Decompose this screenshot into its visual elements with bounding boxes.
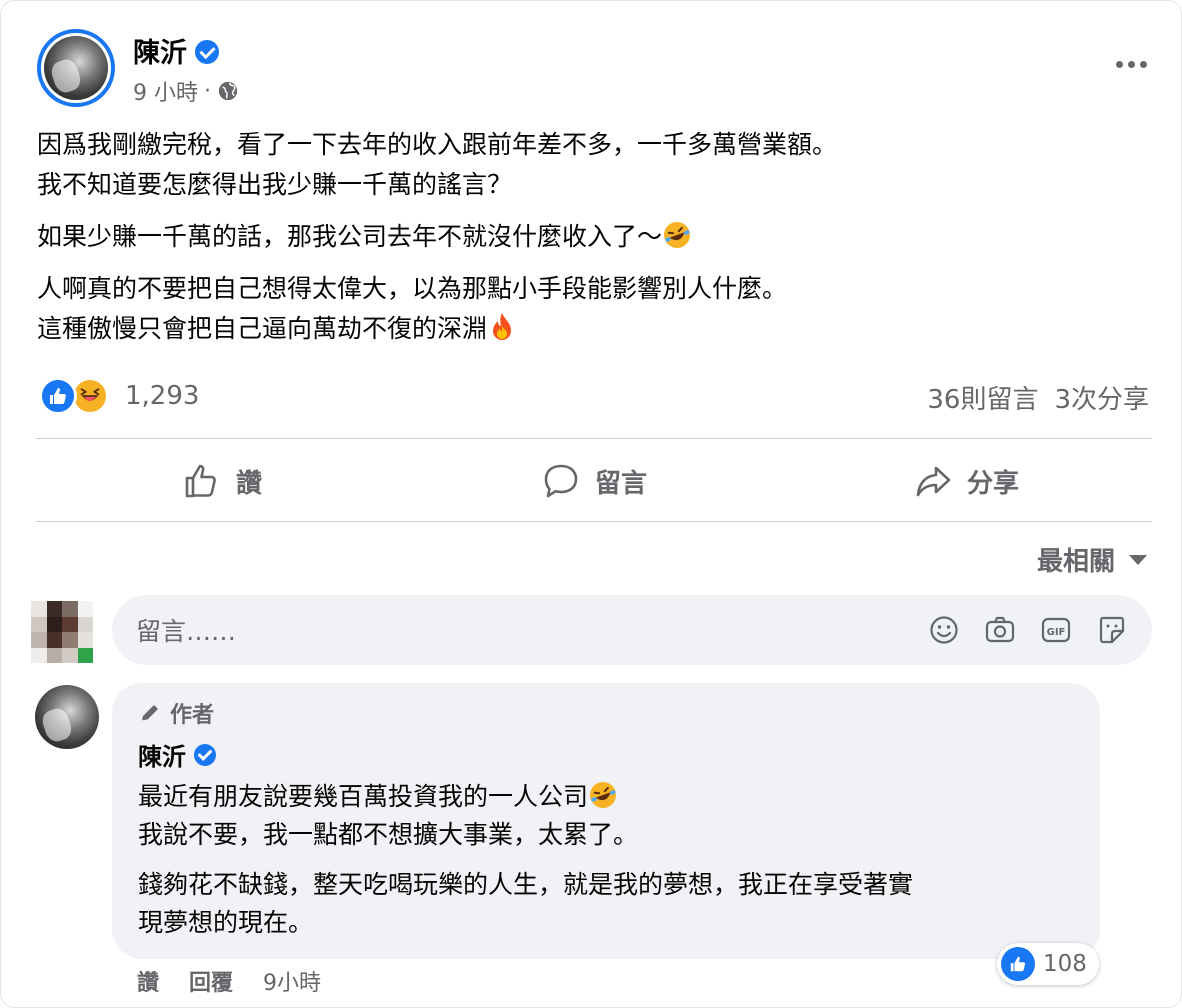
share-label: 分享 — [966, 468, 1019, 499]
comment-button[interactable]: 留言 — [408, 441, 780, 521]
post-paragraph-3: 人啊真的不要把自己想得太偉大，以為那點小手段能影響別人什麼。 這種傲慢只會把自己… — [37, 269, 1147, 349]
comment-likes-count: 108 — [1043, 951, 1087, 977]
author-name[interactable]: 陳沂 — [133, 38, 187, 69]
more-dot-icon — [1127, 60, 1135, 68]
divider — [36, 438, 1152, 439]
rofl-emoji-icon — [590, 782, 617, 808]
svg-text:GIF: GIF — [1047, 627, 1066, 638]
camera-icon[interactable] — [984, 614, 1016, 646]
globe-icon — [218, 81, 238, 101]
comment-actions: 讚 回覆 9小時 — [137, 965, 321, 997]
comments-count-link[interactable]: 36則留言 — [927, 379, 1038, 416]
comment-icon — [544, 464, 578, 498]
post-action-bar: 讚 留言 分享 — [36, 441, 1152, 521]
post-line: 如果少賺一千萬的話，那我公司去年不就沒什麼收入了～ — [37, 222, 663, 251]
comment-input[interactable]: 留言…… GIF — [112, 595, 1152, 665]
comment-line: 現夢想的現在。 — [138, 908, 314, 937]
comment-line: 我說不要，我一點都不想擴大事業，太累了。 — [138, 820, 639, 849]
post-stats: 36則留言 3次分享 — [927, 379, 1149, 416]
comment-line: 錢夠花不缺錢，整天吃喝玩樂的人生，就是我的夢想，我正在享受著實 — [138, 870, 914, 899]
rofl-emoji-icon — [664, 222, 691, 248]
comment-text: 最近有朋友說要幾百萬投資我的一人公司 我說不要，我一點都不想擴大事業，太累了。 … — [138, 778, 1074, 942]
comment-reactions-badge[interactable]: 108 — [997, 943, 1099, 985]
like-reaction-icon — [39, 377, 77, 415]
comment-tools: GIF — [928, 614, 1128, 646]
comment-line: 最近有朋友說要幾百萬投資我的一人公司 — [138, 782, 589, 811]
reactions-count[interactable]: 1,293 — [125, 381, 199, 411]
comment-time[interactable]: 9小時 — [263, 965, 321, 997]
author-avatar[interactable] — [37, 29, 115, 107]
comment-paragraph-2: 錢夠花不缺錢，整天吃喝玩樂的人生，就是我的夢想，我正在享受著實 現夢想的現在。 — [138, 866, 1074, 942]
sort-label: 最相關 — [1036, 547, 1115, 577]
post-paragraph-2: 如果少賺一千萬的話，那我公司去年不就沒什麼收入了～ — [37, 217, 1147, 257]
more-dot-icon — [1139, 60, 1147, 68]
post-paragraph-1: 因爲我剛繳完稅，看了一下去年的收入跟前年差不多，一千多萬營業額。 我不知道要怎麼… — [37, 125, 1147, 205]
author-badge: 作者 — [138, 697, 1074, 729]
post-time[interactable]: 9 小時 — [133, 75, 198, 107]
shares-count-link[interactable]: 3次分享 — [1054, 379, 1149, 416]
caret-down-icon — [1129, 554, 1147, 565]
post-line: 我不知道要怎麼得出我少賺一千萬的謠言？ — [37, 170, 513, 199]
pencil-icon — [141, 705, 158, 722]
comment-author-name[interactable]: 陳沂 — [138, 737, 186, 772]
post-line: 這種傲慢只會把自己逼向萬劫不復的深淵 — [37, 314, 488, 343]
sticker-icon[interactable] — [1096, 614, 1128, 646]
comment-input-placeholder: 留言…… — [136, 617, 237, 646]
comment-paragraph-1: 最近有朋友說要幾百萬投資我的一人公司 我說不要，我一點都不想擴大事業，太累了。 — [138, 778, 1074, 854]
commenter-avatar[interactable] — [35, 685, 99, 749]
comment-like-button[interactable]: 讚 — [137, 965, 159, 997]
post-line: 人啊真的不要把自己想得太偉大，以為那點小手段能影響別人什麼。 — [37, 274, 788, 303]
more-dot-icon — [1115, 60, 1123, 68]
share-icon — [916, 466, 951, 497]
divider — [36, 521, 1152, 522]
fire-emoji-icon — [493, 313, 512, 340]
comment-bubble: 作者 陳沂 最近有朋友說要幾百萬投資我的一人公司 我說不要，我一點都不想擴大事業… — [112, 683, 1100, 959]
like-button[interactable]: 讚 — [36, 441, 408, 521]
like-label: 讚 — [235, 468, 262, 499]
reactions-summary[interactable]: 1,293 — [39, 377, 199, 415]
share-button[interactable]: 分享 — [780, 441, 1152, 521]
post-body: 因爲我剛繳完稅，看了一下去年的收入跟前年差不多，一千多萬營業額。 我不知道要怎麼… — [37, 125, 1147, 361]
post-line: 因爲我剛繳完稅，看了一下去年的收入跟前年差不多，一千多萬營業額。 — [37, 130, 838, 159]
thumbs-up-icon — [185, 464, 216, 498]
post-card: 陳沂 9 小時 · 因爲我剛繳完稅，看了一下去年的收入跟前年差不多，一千多萬營業… — [0, 0, 1182, 1008]
comment-sort-dropdown[interactable]: 最相關 — [1037, 541, 1147, 578]
comment-label: 留言 — [594, 468, 647, 499]
author-name-row: 陳沂 — [133, 31, 219, 70]
comment-reply-button[interactable]: 回覆 — [189, 965, 233, 997]
comment-author-row: 陳沂 — [138, 737, 1074, 772]
emoji-picker-icon[interactable] — [928, 614, 960, 646]
more-options-button[interactable] — [1111, 49, 1151, 79]
like-reaction-icon — [1001, 947, 1035, 981]
verified-badge-icon — [195, 39, 219, 64]
meta-separator: · — [204, 78, 211, 104]
post-meta: 9 小時 · — [133, 75, 239, 107]
verified-badge-icon — [194, 743, 216, 766]
author-badge-label: 作者 — [170, 703, 215, 728]
gif-icon[interactable]: GIF — [1040, 614, 1072, 646]
current-user-avatar[interactable] — [31, 601, 93, 663]
